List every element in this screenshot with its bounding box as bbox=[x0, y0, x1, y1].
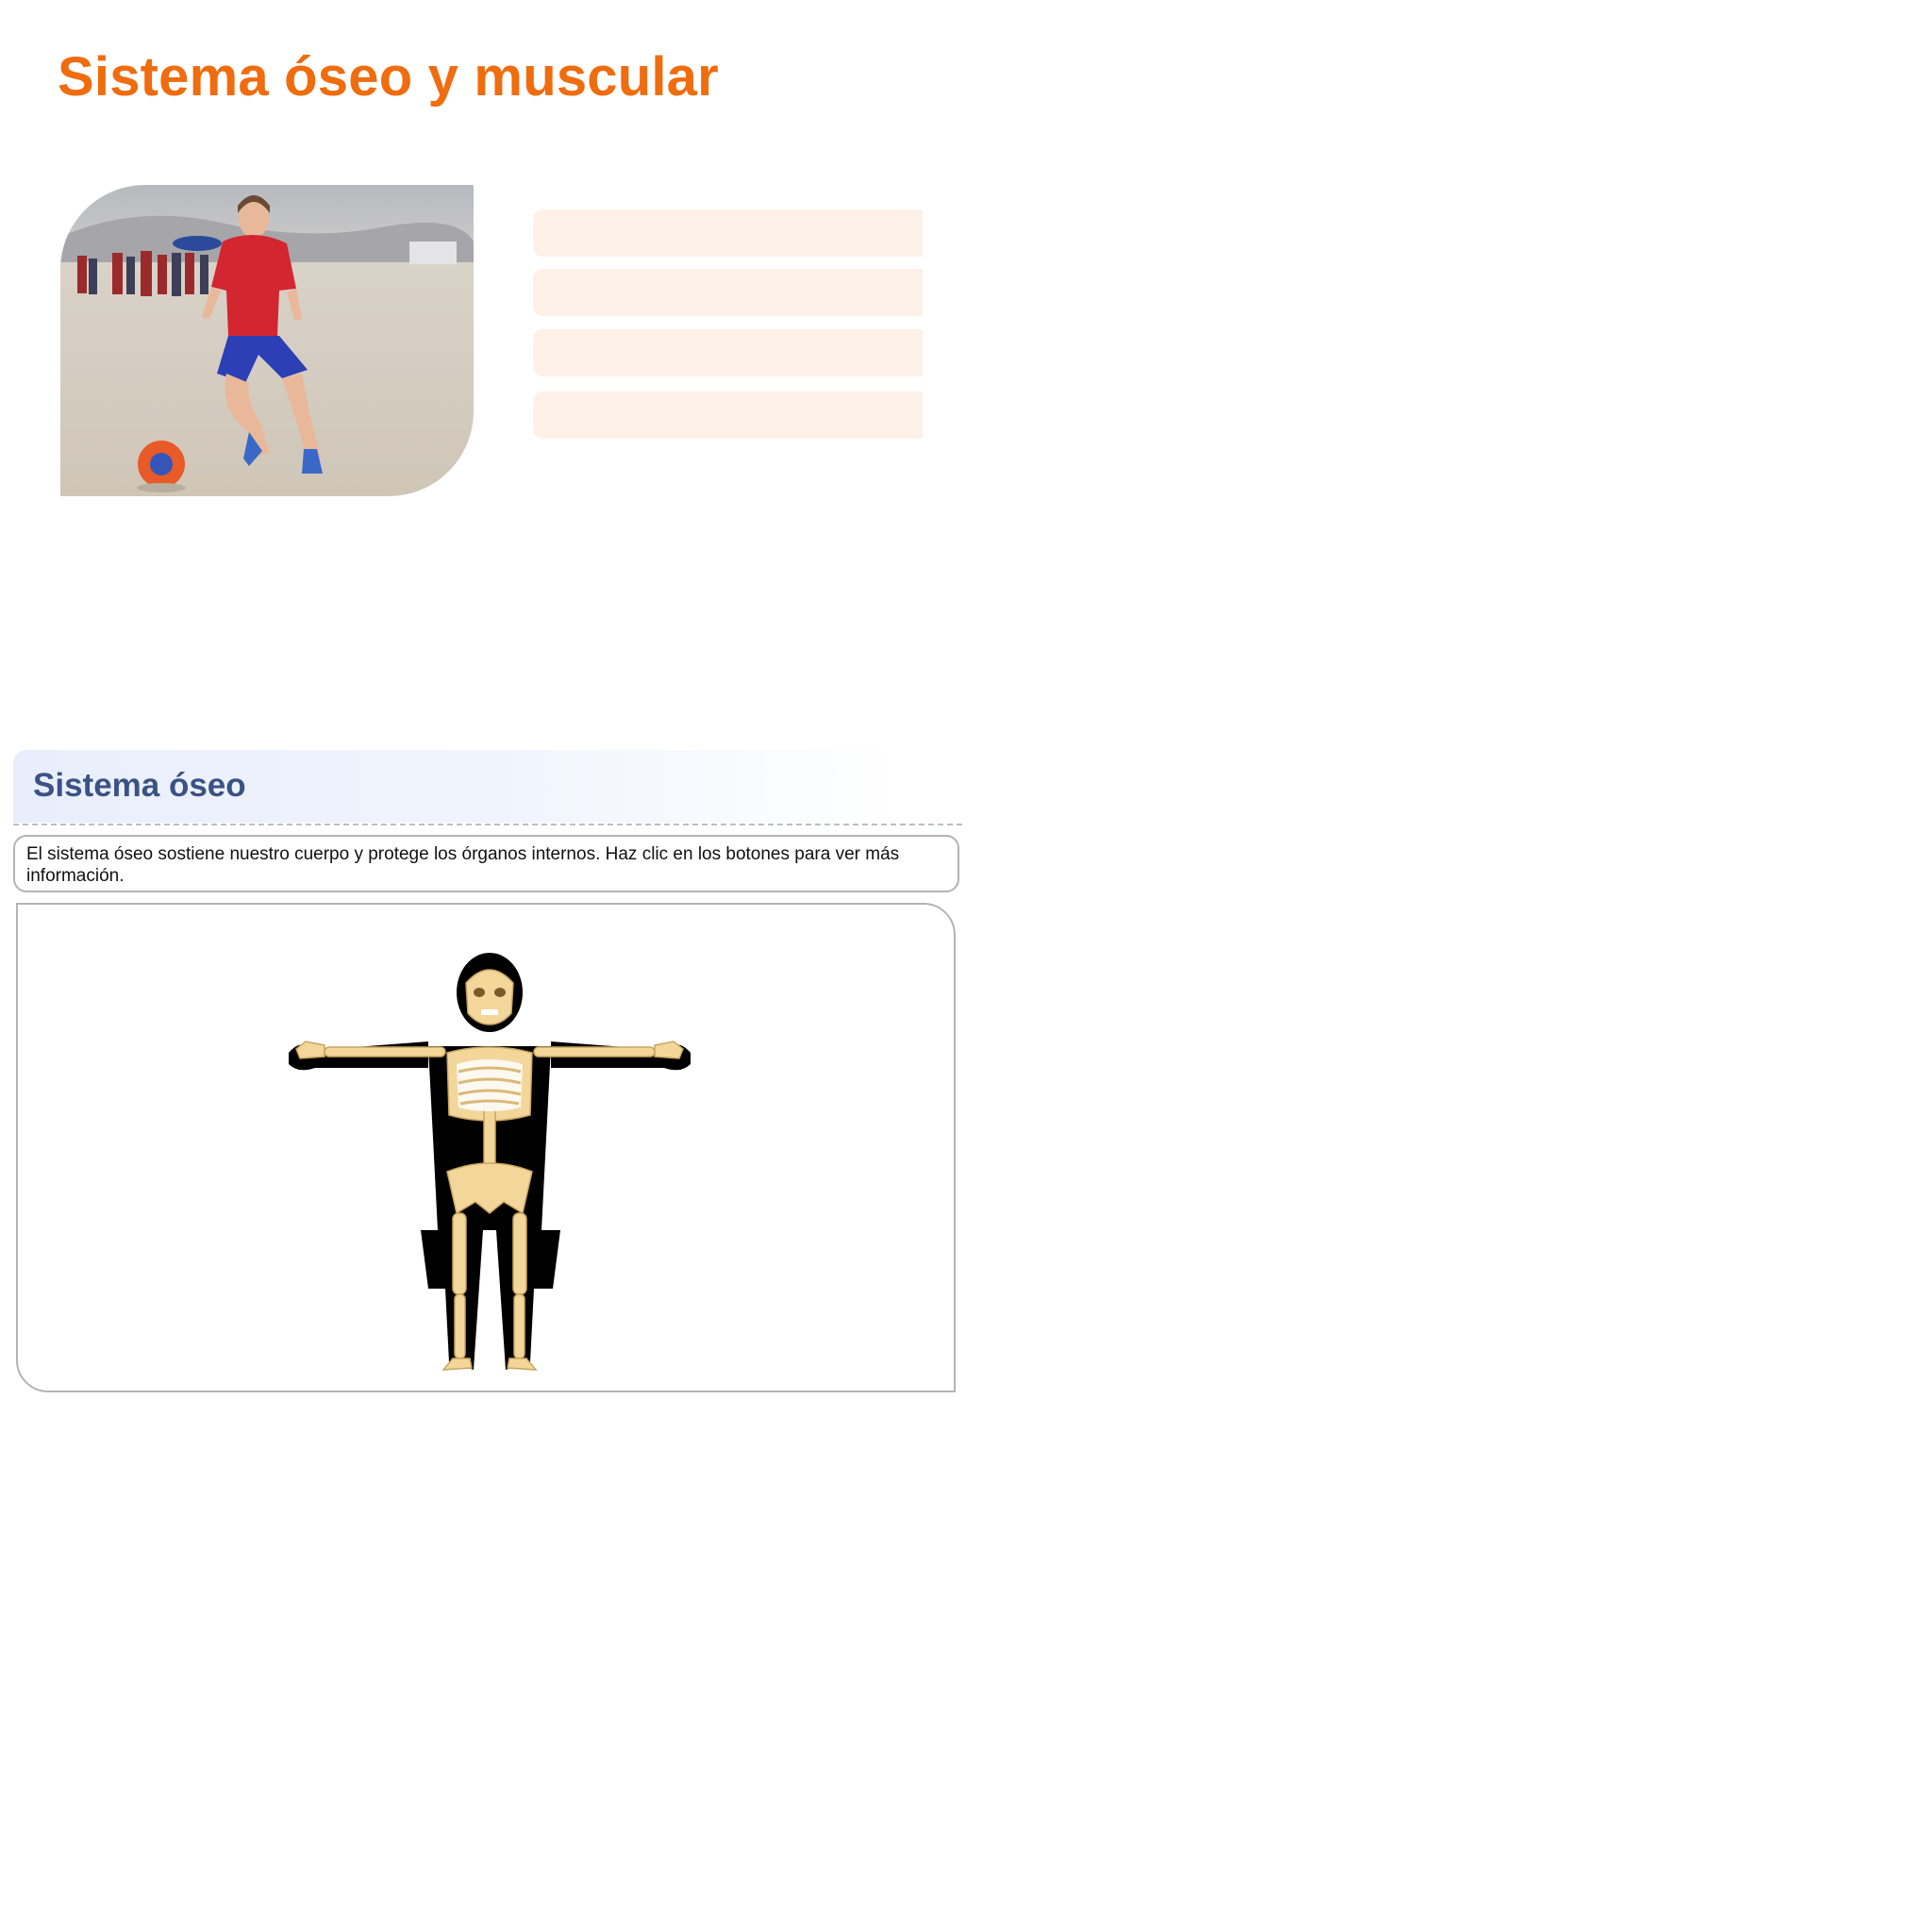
soccer-player-photo bbox=[60, 185, 474, 496]
info-bar-3[interactable] bbox=[533, 329, 923, 376]
section-header: Sistema óseo bbox=[13, 750, 962, 823]
skeleton-panel bbox=[16, 903, 956, 1392]
instruction-text: El sistema óseo sostiene nuestro cuerpo … bbox=[13, 835, 959, 892]
section-divider bbox=[13, 824, 962, 825]
info-bar-2[interactable] bbox=[533, 269, 923, 316]
info-bar-4[interactable] bbox=[533, 391, 923, 439]
section-title: Sistema óseo bbox=[33, 767, 246, 804]
page-title: Sistema óseo y muscular bbox=[58, 46, 719, 108]
skeleton-illustration[interactable] bbox=[287, 947, 692, 1372]
info-bar-1[interactable] bbox=[533, 209, 923, 257]
